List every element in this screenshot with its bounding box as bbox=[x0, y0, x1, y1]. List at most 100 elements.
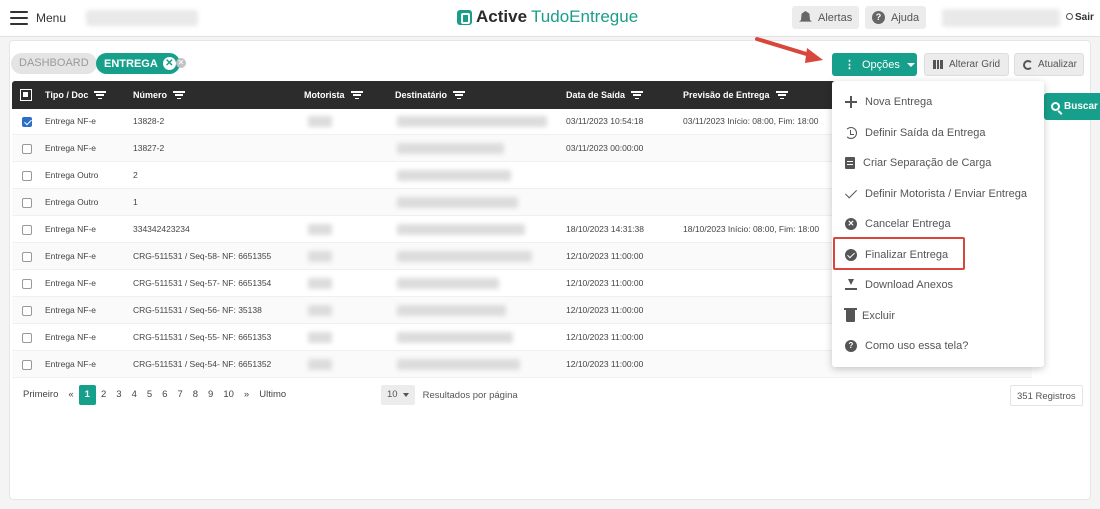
tab-close-icon[interactable]: ✕ bbox=[162, 57, 176, 70]
column-label: Data de Saída bbox=[566, 90, 626, 100]
page-number[interactable]: 6 bbox=[157, 385, 172, 405]
cell-tipo: Entrega NF-e bbox=[45, 359, 97, 369]
menu-item-cancelar-entrega[interactable]: ✕ Cancelar Entrega bbox=[832, 209, 1044, 239]
page-first[interactable]: Primeiro bbox=[18, 385, 63, 405]
blurred-driver bbox=[308, 332, 332, 343]
cell-numero: CRG-511531 / Seq-58- NF: 6651355 bbox=[133, 251, 272, 261]
column-header-destinatario[interactable]: Destinatário bbox=[395, 81, 466, 109]
per-page-label: Resultados por página bbox=[422, 389, 518, 401]
cell-numero: CRG-511531 / Seq-56- NF: 35138 bbox=[133, 305, 262, 315]
power-icon bbox=[1066, 13, 1073, 20]
menu-item-label: Definir Motorista / Enviar Entrega bbox=[865, 187, 1028, 200]
menu-item-label: Criar Separação de Carga bbox=[863, 157, 992, 169]
blurred-recipient bbox=[397, 170, 511, 181]
options-button[interactable]: ⋮ Opções bbox=[832, 53, 917, 76]
menu-item-download-anexos[interactable]: Download Anexos bbox=[832, 270, 1044, 300]
menu-item-label: Nova Entrega bbox=[865, 96, 933, 108]
row-checkbox[interactable] bbox=[22, 333, 32, 343]
cell-tipo: Entrega NF-e bbox=[45, 305, 97, 315]
row-checkbox[interactable] bbox=[22, 306, 32, 316]
refresh-button[interactable]: Atualizar bbox=[1014, 53, 1084, 76]
tab-entrega-label: ENTREGA bbox=[104, 57, 158, 70]
page-number[interactable]: 4 bbox=[127, 385, 142, 405]
page-number[interactable]: 8 bbox=[188, 385, 203, 405]
row-checkbox[interactable] bbox=[22, 225, 32, 235]
blurred-recipient bbox=[397, 224, 525, 235]
columns-icon bbox=[933, 60, 944, 69]
menu-item-nova-entrega[interactable]: Nova Entrega bbox=[832, 87, 1044, 117]
column-header-tipo[interactable]: Tipo / Doc bbox=[45, 81, 107, 109]
blurred-user-name bbox=[942, 9, 1060, 27]
filter-icon[interactable] bbox=[775, 91, 788, 99]
per-page-select[interactable]: 10 bbox=[381, 385, 415, 405]
menu-item-definir-saida-da-entrega[interactable]: Definir Saída da Entrega bbox=[832, 118, 1044, 148]
menu-item-como-uso-essa-tela[interactable]: ? Como uso essa tela? bbox=[832, 331, 1044, 361]
filter-icon[interactable] bbox=[350, 91, 363, 99]
menu-item-finalizar-entrega[interactable]: Finalizar Entrega bbox=[832, 240, 1044, 270]
page-number[interactable]: 5 bbox=[142, 385, 157, 405]
blurred-recipient bbox=[397, 251, 532, 262]
page-prev[interactable]: « bbox=[63, 385, 78, 405]
menu-item-criar-separacao-de-carga[interactable]: Criar Separação de Carga bbox=[832, 148, 1044, 178]
page-number[interactable]: 1 bbox=[78, 385, 96, 405]
cell-data-saida: 12/10/2023 11:00:00 bbox=[566, 305, 644, 315]
row-checkbox[interactable] bbox=[22, 171, 32, 181]
pagination: Primeiro «1 2 3 4 5 6 7 8 9 10» Ultimo bbox=[18, 385, 291, 405]
page-number[interactable]: 9 bbox=[203, 385, 218, 405]
page-number[interactable]: 3 bbox=[111, 385, 126, 405]
help-button[interactable]: ? Ajuda bbox=[865, 6, 927, 29]
column-header-numero[interactable]: Número bbox=[133, 81, 186, 109]
blurred-recipient bbox=[397, 197, 518, 208]
tab-dashboard[interactable]: DASHBOARD bbox=[11, 53, 97, 74]
column-label: Previsão de Entrega bbox=[683, 90, 770, 100]
row-checkbox[interactable] bbox=[22, 279, 32, 289]
cell-tipo: Entrega NF-e bbox=[45, 278, 97, 288]
logout-button[interactable]: Sair bbox=[1066, 12, 1094, 23]
column-header-previsao[interactable]: Previsão de Entrega bbox=[683, 81, 788, 109]
column-label: Número bbox=[133, 90, 168, 100]
filter-icon[interactable] bbox=[173, 91, 186, 99]
select-all-checkbox[interactable] bbox=[20, 89, 32, 101]
clipboard-icon bbox=[845, 157, 855, 169]
filter-icon[interactable] bbox=[94, 91, 107, 99]
alter-grid-button[interactable]: Alterar Grid bbox=[924, 53, 1009, 76]
trash-icon bbox=[844, 307, 857, 322]
download-icon bbox=[845, 279, 857, 291]
column-header-motorista[interactable]: Motorista bbox=[304, 81, 363, 109]
menu-item-definir-motorista-enviar-entrega[interactable]: Definir Motorista / Enviar Entrega bbox=[832, 179, 1044, 209]
blurred-recipient bbox=[397, 332, 513, 343]
close-all-tabs-icon[interactable]: ✕ bbox=[176, 58, 186, 68]
menu-button[interactable]: Menu bbox=[10, 11, 66, 25]
page-number[interactable]: 10 bbox=[218, 385, 239, 405]
cell-numero: CRG-511531 / Seq-57- NF: 6651354 bbox=[133, 278, 272, 288]
cell-tipo: Entrega NF-e bbox=[45, 224, 97, 234]
tab-entrega[interactable]: ENTREGA ✕ bbox=[96, 53, 180, 74]
menu-item-excluir[interactable]: Excluir bbox=[832, 301, 1044, 331]
blurred-recipient bbox=[397, 305, 506, 316]
row-checkbox[interactable] bbox=[22, 144, 32, 154]
row-checkbox[interactable] bbox=[22, 252, 32, 262]
column-header-data-saida[interactable]: Data de Saída bbox=[566, 81, 644, 109]
page-number[interactable]: 7 bbox=[172, 385, 187, 405]
menu-item-label: Definir Saída da Entrega bbox=[865, 126, 986, 139]
row-checkbox[interactable] bbox=[22, 117, 32, 127]
per-page-selector: 10 Resultados por página bbox=[381, 385, 518, 405]
filter-icon[interactable] bbox=[453, 91, 466, 99]
cell-numero: 2 bbox=[133, 170, 138, 180]
page-next[interactable]: » bbox=[239, 385, 254, 405]
row-checkbox[interactable] bbox=[22, 360, 32, 370]
cell-data-saida: 12/10/2023 11:00:00 bbox=[566, 359, 644, 369]
cell-numero: 334342423234 bbox=[133, 224, 190, 234]
alerts-button[interactable]: Alertas bbox=[792, 6, 860, 29]
search-button[interactable]: Buscar bbox=[1044, 93, 1100, 120]
cell-data-saida: 12/10/2023 11:00:00 bbox=[566, 278, 644, 288]
column-label: Tipo / Doc bbox=[45, 90, 89, 100]
brand-name-bold: Active bbox=[476, 7, 528, 26]
row-checkbox[interactable] bbox=[22, 198, 32, 208]
brand-logo: Active TudoEntregue bbox=[457, 7, 638, 27]
menu-item-label: Finalizar Entrega bbox=[865, 248, 949, 261]
brand-icon bbox=[457, 9, 472, 25]
page-last[interactable]: Ultimo bbox=[254, 385, 291, 405]
page-number[interactable]: 2 bbox=[96, 385, 111, 405]
filter-icon[interactable] bbox=[631, 91, 644, 99]
